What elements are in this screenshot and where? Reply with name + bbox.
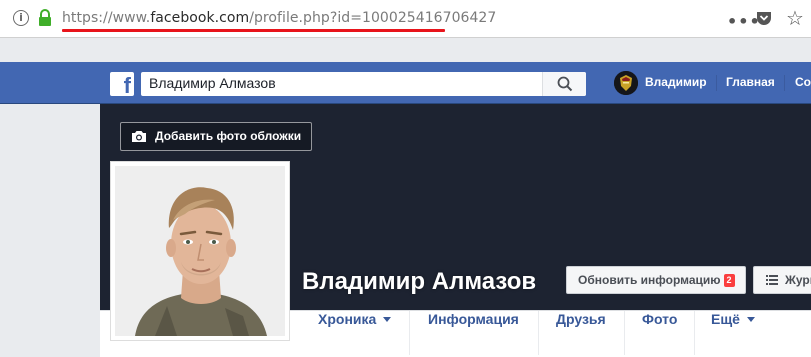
url-underline-annotation <box>62 29 445 32</box>
avatar-image-icon <box>614 71 638 95</box>
notification-badge: 2 <box>723 274 735 287</box>
nav-user-link[interactable]: Владимир <box>645 75 707 89</box>
search-box[interactable]: Владимир Алмазов <box>141 72 586 96</box>
update-info-button[interactable]: Обновить информацию 2 <box>566 266 746 294</box>
tab-divider <box>409 311 410 355</box>
profile-name[interactable]: Владимир Алмазов <box>302 268 536 296</box>
search-button[interactable] <box>542 72 586 96</box>
tab-timeline[interactable]: Хроника <box>318 311 392 355</box>
update-info-label: Обновить информацию <box>578 273 721 287</box>
activity-log-button[interactable]: Журнал <box>753 266 811 294</box>
caret-down-icon <box>746 316 755 322</box>
person-portrait-icon <box>115 166 285 336</box>
tab-divider <box>624 311 625 355</box>
tab-timeline-label: Хроника <box>318 311 377 327</box>
tab-more[interactable]: Ещё <box>711 311 755 355</box>
activity-log-label: Журнал <box>785 273 811 287</box>
nav-home-link[interactable]: Главная <box>726 75 775 89</box>
tab-divider <box>538 311 539 355</box>
profile-photo-image <box>115 166 285 336</box>
nav-divider <box>716 75 717 91</box>
search-icon <box>557 76 573 92</box>
star-icon[interactable]: ☆ <box>786 6 804 30</box>
tab-about[interactable]: Информация <box>428 311 519 355</box>
caret-down-icon <box>383 316 392 322</box>
facebook-logo-icon[interactable]: f <box>110 72 134 98</box>
info-icon[interactable]: i <box>13 10 29 26</box>
nav-create-link[interactable]: Созд <box>795 75 811 89</box>
profile-photo[interactable] <box>110 161 290 341</box>
tab-divider <box>694 311 695 355</box>
url-path: /profile.php?id=100025416706427 <box>249 10 497 26</box>
tab-friends[interactable]: Друзья <box>556 311 606 355</box>
lock-icon[interactable] <box>37 9 53 27</box>
list-icon <box>766 275 778 285</box>
address-field[interactable]: https://www.facebook.com/profile.php?id=… <box>62 10 496 26</box>
facebook-top-bar: f Владимир Алмазов Владимир Главная Созд <box>0 62 811 104</box>
tab-more-label: Ещё <box>711 311 740 327</box>
browser-url-bar: i https://www.facebook.com/profile.php?i… <box>0 0 811 38</box>
pocket-icon[interactable] <box>756 10 772 26</box>
tab-photos[interactable]: Фото <box>642 311 677 355</box>
url-prefix: https://www. <box>62 10 151 26</box>
camera-icon <box>132 131 146 142</box>
add-cover-photo-button[interactable]: Добавить фото обложки <box>120 122 313 151</box>
search-input[interactable]: Владимир Алмазов <box>149 75 276 91</box>
avatar[interactable] <box>614 71 638 95</box>
url-domain: facebook.com <box>150 10 250 26</box>
nav-divider <box>784 75 785 91</box>
add-cover-photo-label: Добавить фото обложки <box>155 129 302 143</box>
